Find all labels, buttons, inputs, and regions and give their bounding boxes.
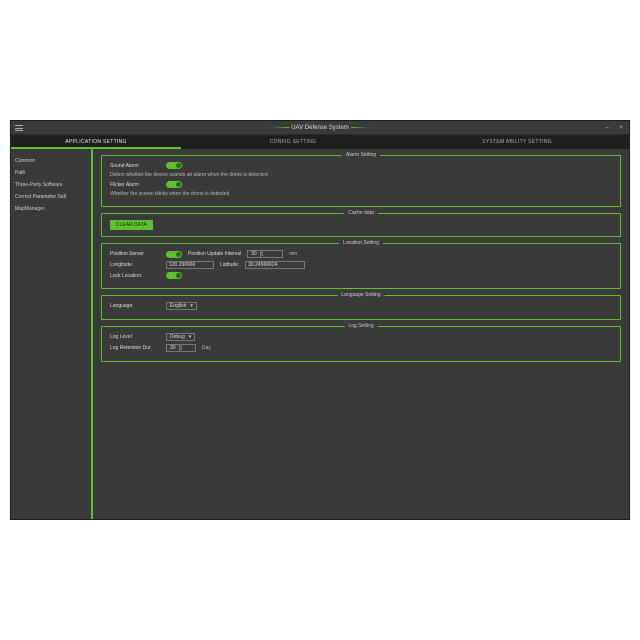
main-panel: Alarm Setting Sound Alarm Detect whether…	[91, 149, 629, 519]
label-longitude: Longitude:	[110, 262, 160, 268]
sidebar: Common Path Three-Party Software Correct…	[11, 149, 91, 519]
toggle-position-server[interactable]	[166, 251, 182, 258]
chevron-down-icon: ▼	[180, 348, 185, 351]
group-label: Alarm Setting	[342, 152, 380, 158]
label-position-update-interval: Position Update Interval	[188, 251, 241, 257]
hamburger-icon[interactable]	[15, 125, 23, 131]
desc-flicker-alarm: Whether the screen blinks when the drone…	[110, 191, 229, 197]
app-title: UAV Defense System	[291, 125, 349, 131]
input-longitude[interactable]	[166, 261, 214, 269]
toggle-lock-location[interactable]	[166, 272, 182, 279]
desc-sound-alarm: Detect whether the device sounds an alar…	[110, 172, 268, 178]
label-latitude: Latitude:	[220, 262, 239, 268]
chevron-down-icon: ▼	[261, 254, 266, 257]
close-button[interactable]: ×	[617, 125, 625, 131]
group-label: Language Setting	[337, 292, 384, 298]
toggle-flicker-alarm[interactable]	[166, 181, 182, 188]
minimize-button[interactable]: –	[603, 125, 611, 131]
chevron-down-icon: ▾	[189, 334, 192, 340]
tab-system-ability-setting[interactable]: SYSTEM ABILITY SETTING	[405, 139, 629, 145]
chevron-down-icon: ▾	[190, 303, 193, 309]
group-cache-data: Cache data CLEAR DATA	[101, 213, 621, 237]
label-sound-alarm: Sound Alarm	[110, 163, 160, 169]
group-label: Location Setting	[339, 240, 383, 246]
sidebar-item-path[interactable]: Path	[11, 167, 91, 179]
sidebar-item-correct-parameter[interactable]: Correct Parameter Sett	[11, 191, 91, 203]
label-log-retention: Log Retention Dur	[110, 345, 160, 351]
sidebar-item-third-party[interactable]: Three-Party Software	[11, 179, 91, 191]
label-log-level: Log Level:	[110, 334, 160, 340]
label-lock-location: Lock Location:	[110, 273, 160, 279]
input-latitude[interactable]	[245, 261, 305, 269]
tab-config-setting[interactable]: CONFIG SETTING	[181, 139, 405, 145]
group-log-setting: Log Setting Log Level: Debug ▾ Log Reten…	[101, 326, 621, 362]
label-position-server: Position Server	[110, 251, 160, 257]
main-tabs: APPLICATION SETTING CONFIG SETTING SYSTE…	[11, 135, 629, 149]
group-language-setting: Language Setting Language: English ▾	[101, 295, 621, 320]
select-language[interactable]: English ▾	[166, 302, 197, 310]
select-log-level[interactable]: Debug ▾	[166, 333, 195, 341]
group-label: Log Setting	[344, 323, 377, 329]
unit-min: min	[289, 251, 297, 257]
input-position-update-interval[interactable]: 30 ▲▼	[247, 250, 283, 258]
group-alarm-setting: Alarm Setting Sound Alarm Detect whether…	[101, 155, 621, 207]
tab-application-setting[interactable]: APPLICATION SETTING	[11, 139, 181, 145]
label-flicker-alarm: Flicker Alarm	[110, 182, 160, 188]
label-language: Language:	[110, 303, 160, 309]
toggle-sound-alarm[interactable]	[166, 162, 182, 169]
clear-data-button[interactable]: CLEAR DATA	[110, 220, 153, 230]
sidebar-item-mapmanager[interactable]: MapManager	[11, 203, 91, 215]
titlebar: UAV Defense System – ×	[11, 121, 629, 135]
input-log-retention[interactable]: 30 ▲▼	[166, 344, 196, 352]
unit-day: Day	[202, 345, 211, 351]
group-location-setting: Location Setting Position Server Positio…	[101, 243, 621, 289]
group-label: Cache data	[344, 210, 378, 216]
app-window: UAV Defense System – × APPLICATION SETTI…	[10, 120, 630, 520]
sidebar-item-common[interactable]: Common	[11, 155, 91, 167]
